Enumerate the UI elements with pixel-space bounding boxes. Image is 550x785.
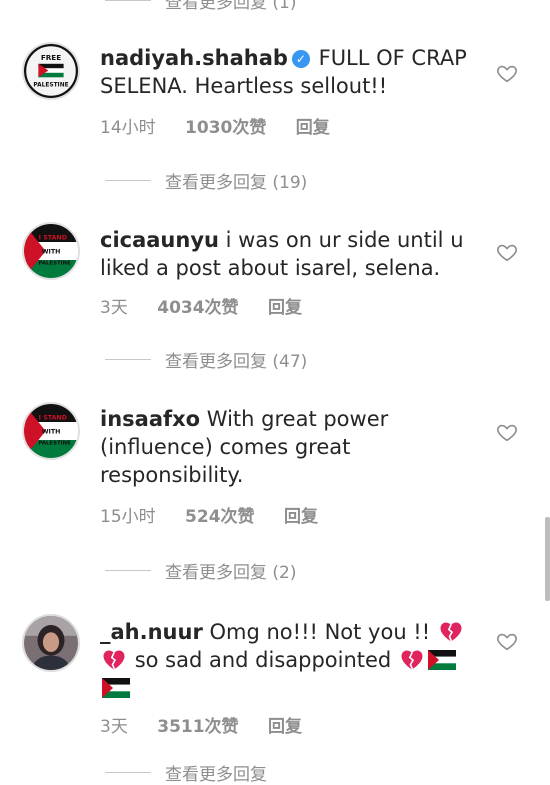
svg-text:I STAND: I STAND <box>39 414 67 421</box>
reply-button[interactable]: 回复 <box>268 298 302 318</box>
comment-body-line: Omg no!!! Not you !! <box>209 620 431 644</box>
profile-photo-avatar-image <box>24 616 78 670</box>
view-more-label: 查看更多回复 (1) <box>165 0 297 13</box>
like-count[interactable]: 4034次赞 <box>157 298 238 318</box>
reply-button[interactable]: 回复 <box>296 118 330 138</box>
like-count[interactable]: 524次赞 <box>185 507 255 527</box>
comment-meta: 3天 3511次赞 回复 <box>100 712 326 737</box>
broken-heart-emoji <box>440 622 462 642</box>
avatar[interactable] <box>22 614 80 672</box>
heart-outline-icon[interactable] <box>496 241 518 263</box>
username[interactable]: _ah.nuur <box>100 620 203 644</box>
comment-body-line: SELENA. Heartless sellout!! <box>100 74 388 98</box>
reply-button[interactable]: 回复 <box>284 507 318 527</box>
view-more-replies[interactable]: 查看更多回复 <box>105 760 267 785</box>
free-palestine-avatar-image: FREE PALESTINE <box>24 44 78 98</box>
svg-text:PALESTINE: PALESTINE <box>38 441 71 447</box>
comment-text: cicaaunyu i was on ur side until u liked… <box>100 226 472 282</box>
palestine-flag-emoji <box>427 650 456 670</box>
svg-text:WITH: WITH <box>42 249 61 256</box>
comment-meta: 15小时 524次赞 回复 <box>100 502 342 527</box>
scrollbar[interactable] <box>545 517 550 601</box>
broken-heart-emoji <box>103 650 125 670</box>
comment-body-line: (influence) comes great <box>100 435 351 459</box>
comment-text: insaafxo With great power (influence) co… <box>100 405 472 489</box>
divider-line <box>105 359 151 360</box>
palestine-flag-emoji <box>102 678 130 698</box>
comment-body-line: With great power <box>206 407 389 431</box>
comment-meta: 3天 4034次赞 回复 <box>100 293 326 318</box>
svg-text:PALESTINE: PALESTINE <box>33 82 68 88</box>
verified-badge-icon: ✓ <box>291 50 310 68</box>
view-more-label: 查看更多回复 <box>165 765 267 785</box>
username[interactable]: insaafxo <box>100 407 200 431</box>
avatar[interactable]: FREE PALESTINE <box>22 42 80 100</box>
heart-outline-icon[interactable] <box>496 421 518 443</box>
comment-body-line: i was on ur side until u <box>225 228 464 252</box>
comment-text: nadiyah.shahab ✓ FULL OF CRAP SELENA. Hea… <box>100 44 472 100</box>
view-more-label: 查看更多回复 (2) <box>165 563 297 583</box>
comment-body-line: FULL OF CRAP <box>318 46 467 70</box>
view-more-replies[interactable]: 查看更多回复 (2) <box>105 558 296 583</box>
heart-outline-icon[interactable] <box>496 630 518 652</box>
username[interactable]: cicaaunyu <box>100 228 219 252</box>
heart-outline-icon[interactable] <box>496 62 518 84</box>
view-more-replies[interactable]: 查看更多回复 (47) <box>105 347 307 372</box>
username[interactable]: nadiyah.shahab <box>100 46 288 70</box>
svg-text:WITH: WITH <box>42 429 61 436</box>
stand-with-palestine-avatar-image: I STAND WITH PALESTINE <box>24 404 78 458</box>
like-count[interactable]: 1030次赞 <box>185 118 266 138</box>
comment-body-line: responsibility. <box>100 463 244 487</box>
reply-button[interactable]: 回复 <box>268 717 302 737</box>
view-more-replies[interactable]: 查看更多回复 (19) <box>105 168 307 193</box>
timestamp: 3天 <box>100 717 128 737</box>
avatar[interactable]: I STAND WITH PALESTINE <box>22 222 80 280</box>
comment-text: _ah.nuur Omg no!!! Not you !! so sad and… <box>100 618 472 702</box>
timestamp: 14小时 <box>100 118 156 138</box>
divider-line <box>105 0 151 1</box>
timestamp: 3天 <box>100 298 128 318</box>
svg-text:PALESTINE: PALESTINE <box>38 261 71 267</box>
view-more-label: 查看更多回复 (19) <box>165 173 308 193</box>
divider-line <box>105 570 151 571</box>
broken-heart-emoji <box>401 650 423 670</box>
avatar[interactable]: I STAND WITH PALESTINE <box>22 402 80 460</box>
comment-body-line: so sad and disappointed <box>134 648 392 672</box>
comment-meta: 14小时 1030次赞 回复 <box>100 113 354 138</box>
svg-text:FREE: FREE <box>41 53 61 62</box>
view-more-replies[interactable]: 查看更多回复 (1) <box>105 0 296 13</box>
like-count[interactable]: 3511次赞 <box>157 717 238 737</box>
divider-line <box>105 180 151 181</box>
view-more-label: 查看更多回复 (47) <box>165 352 308 372</box>
stand-with-palestine-avatar-image: I STAND WITH PALESTINE <box>24 224 78 278</box>
divider-line <box>105 772 151 773</box>
timestamp: 15小时 <box>100 507 156 527</box>
comment-body-line: liked a post about isarel, selena. <box>100 256 441 280</box>
svg-text:I STAND: I STAND <box>39 234 67 241</box>
